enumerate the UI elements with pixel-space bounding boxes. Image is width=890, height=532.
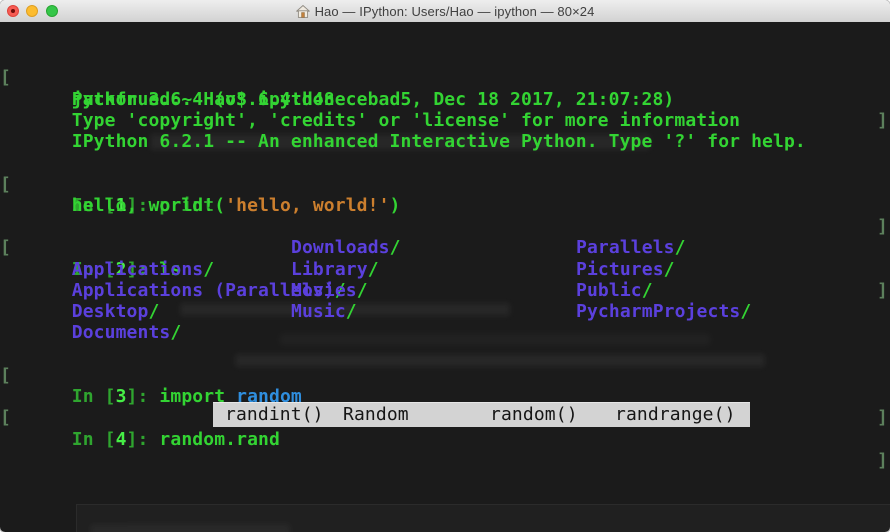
window-title: Hao — IPython: Users/Hao — ipython — 80×…	[315, 4, 595, 19]
directory-slash: /	[664, 259, 675, 280]
completion-menu: randint() Random random() randrange()	[213, 402, 750, 427]
in-prompt: In [	[72, 429, 116, 450]
completion-item: randrange()	[615, 403, 736, 426]
code-paren: (	[214, 195, 225, 216]
close-button[interactable]	[7, 5, 19, 17]
code-text: random.rand	[159, 429, 280, 450]
ls-output-row: Applications/ Downloads/ Parallels/	[6, 237, 214, 259]
directory-name: Parallels	[576, 237, 675, 258]
prompt-mark-close: ]	[877, 216, 888, 237]
input-line-3: [ In [3]: import random ]	[6, 344, 302, 366]
title-bar[interactable]: Hao — IPython: Users/Hao — ipython — 80×…	[0, 0, 890, 23]
prompt-mark-close: ]	[877, 450, 888, 471]
minimize-button[interactable]	[26, 5, 38, 17]
code-paren: )	[390, 195, 401, 216]
directory-name: Music	[291, 301, 346, 322]
ls-output-row: Desktop/ Movies/ Public/	[6, 280, 159, 302]
directory-name: Pictures	[576, 259, 664, 280]
prompt-mark-close: ]	[877, 280, 888, 301]
directory-slash: /	[368, 259, 379, 280]
prompt-mark-open: [	[0, 407, 11, 428]
ipython-version-text: IPython 6.2.1 -- An enhanced Interactive…	[72, 131, 806, 152]
directory-name: Movies	[291, 280, 357, 301]
directory-name: Downloads	[291, 237, 390, 258]
banner-line: Type 'copyright', 'credits' or 'license'…	[6, 89, 740, 111]
directory-slash: /	[642, 280, 653, 301]
directory-slash: /	[675, 237, 686, 258]
input-line-1: [ In [1]: print('hello, world!') ]	[6, 152, 401, 174]
completion-item: Random	[343, 403, 409, 426]
directory-slash: /	[390, 237, 401, 258]
prompt-mark-close: ]	[877, 407, 888, 428]
background-ghost	[235, 354, 765, 367]
directory-name: Public	[576, 280, 642, 301]
background-ghost	[90, 524, 290, 532]
close-dot-icon	[11, 9, 15, 13]
directory-slash: /	[357, 280, 368, 301]
prompt-mark-open: [	[0, 365, 11, 386]
directory-slash: /	[346, 301, 357, 322]
banner-line: IPython 6.2.1 -- An enhanced Interactive…	[6, 110, 806, 132]
home-folder-icon[interactable]	[296, 5, 310, 18]
window-controls	[0, 0, 70, 22]
input-line-2: [ In [2]: ls ]	[6, 216, 181, 238]
in-prompt-number: 4	[116, 429, 127, 450]
directory-name: PycharmProjects	[576, 301, 740, 322]
ls-output-row: Documents/ Music/ PycharmProjects/	[6, 301, 181, 323]
output-line-1: hello, world!	[6, 174, 214, 196]
output-text: hello, world!	[72, 195, 214, 216]
completion-item: randint()	[225, 403, 324, 426]
terminal-screen[interactable]: [ jackfrued:~ Hao$ ipython ] Python 3.6.…	[0, 22, 890, 532]
ls-output-row: Applications (Parallels)/ Library/ Pictu…	[6, 259, 346, 281]
prompt-mark-close: ]	[877, 110, 888, 131]
directory-name: Documents	[72, 322, 171, 343]
code-string: 'hello, world!'	[225, 195, 389, 216]
zoom-button[interactable]	[46, 5, 58, 17]
terminal-window: Hao — IPython: Users/Hao — ipython — 80×…	[0, 0, 890, 532]
directory-name: Library	[291, 259, 368, 280]
completion-item: random()	[490, 403, 578, 426]
in-prompt: ]:	[127, 429, 160, 450]
banner-line: Python 3.6.4 (v3.6.4:d48ecebad5, Dec 18 …	[6, 67, 674, 89]
directory-slash: /	[170, 322, 181, 343]
shell-prompt-line: [ jackfrued:~ Hao$ ipython ]	[6, 46, 335, 68]
directory-slash: /	[740, 301, 751, 322]
background-ghost	[280, 334, 710, 345]
